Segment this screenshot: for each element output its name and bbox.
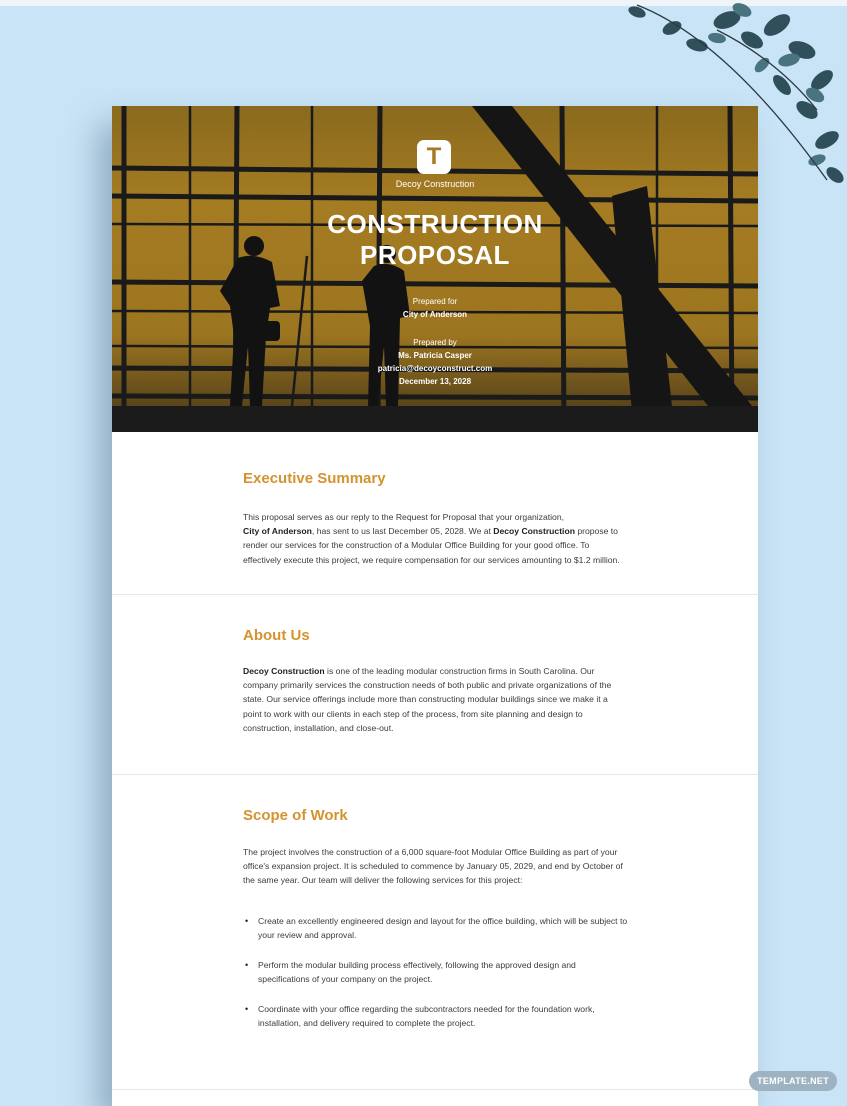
- title-line-2: PROPOSAL: [360, 240, 510, 270]
- bullet-icon: •: [245, 959, 249, 970]
- watermark-badge: TEMPLATE.NET: [749, 1071, 837, 1091]
- list-item: • Create an excellently engineered design…: [243, 914, 628, 943]
- contact-email: patricia@decoyconstruct.com: [377, 364, 493, 373]
- prepared-for-block: Prepared for City of Anderson: [112, 295, 758, 321]
- prepared-for-name: City of Anderson: [402, 310, 468, 319]
- summary-org: City of Anderson: [243, 526, 312, 537]
- divider: [112, 774, 758, 775]
- about-us-heading: About Us: [243, 627, 310, 644]
- executive-summary-heading: Executive Summary: [243, 470, 386, 487]
- executive-summary-text: This proposal serves as our reply to the…: [243, 510, 628, 567]
- divider: [112, 1089, 758, 1090]
- list-item: • Coordinate with your office regarding t…: [243, 1002, 628, 1031]
- company-name: Decoy Construction: [395, 179, 475, 189]
- prepared-by-name: Ms. Patricia Casper: [398, 351, 472, 360]
- bullet-text: Create an excellently engineered design …: [258, 916, 628, 941]
- bullet-icon: •: [245, 916, 249, 926]
- prepared-by-label: Prepared by: [413, 338, 457, 347]
- prepared-for-label: Prepared for: [412, 297, 458, 306]
- scope-of-work-heading: Scope of Work: [243, 807, 348, 824]
- document-title: CONSTRUCTION PROPOSAL: [112, 209, 758, 271]
- proposal-date: December 13, 2028: [398, 377, 472, 386]
- company-logo: T: [417, 140, 451, 174]
- title-line-1: CONSTRUCTION: [327, 209, 543, 239]
- summary-part-2: , has sent to us last December 05, 2028.…: [311, 526, 494, 537]
- scope-intro-text: The project involves the construction of…: [243, 847, 623, 886]
- summary-part-1: This proposal serves as our reply to the…: [243, 512, 565, 522]
- scope-bullet-list: • Create an excellently engineered design…: [243, 914, 628, 1045]
- about-company: Decoy Construction: [243, 666, 325, 676]
- cover-banner: T Decoy Construction CONSTRUCTION PROPOS…: [112, 106, 758, 432]
- bullet-text: Coordinate with your office regarding th…: [258, 1003, 595, 1029]
- prepared-by-block: Prepared by Ms. Patricia Casper patricia…: [112, 336, 758, 388]
- proposal-document: T Decoy Construction CONSTRUCTION PROPOS…: [112, 106, 758, 1106]
- summary-company: Decoy Construction: [493, 526, 575, 537]
- bullet-text: Perform the modular building process eff…: [258, 959, 576, 985]
- about-us-text: Decoy Construction is one of the leading…: [243, 664, 628, 735]
- bullet-icon: •: [245, 1003, 249, 1014]
- about-body: is one of the leading modular constructi…: [243, 666, 612, 733]
- logo-letter: T: [426, 143, 442, 170]
- list-item: • Perform the modular building process ef…: [243, 958, 628, 987]
- divider: [112, 594, 758, 595]
